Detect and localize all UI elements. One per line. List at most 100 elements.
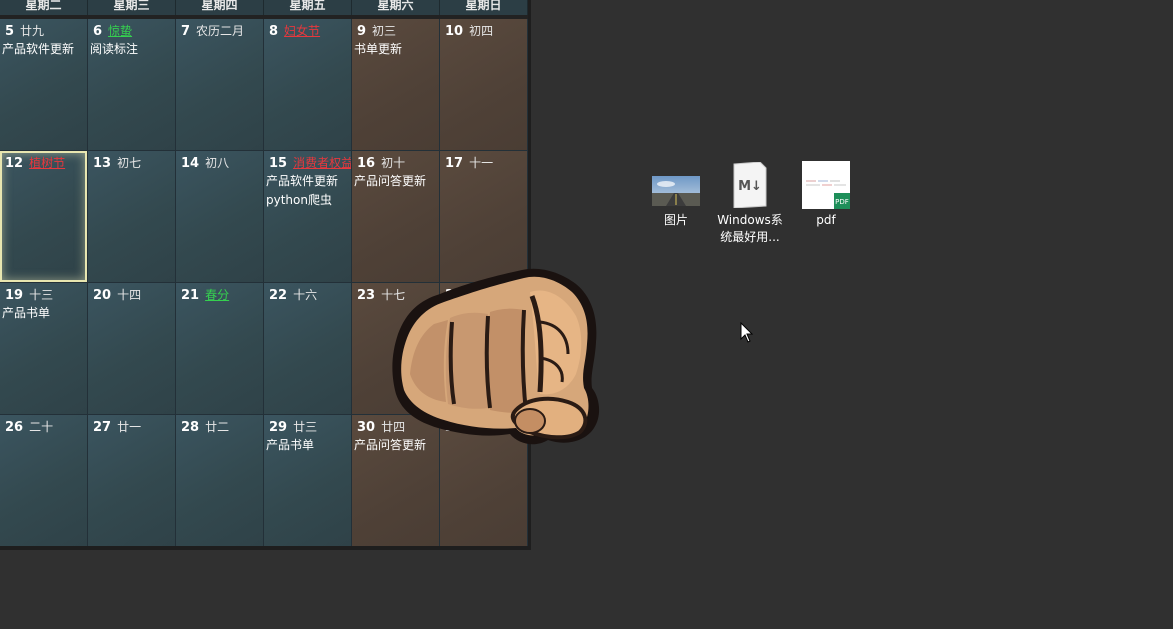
- lunar-date: 初八: [205, 156, 230, 170]
- day-number: 7: [181, 24, 191, 39]
- icon-label: 图片: [663, 213, 688, 227]
- day-number: 23: [357, 288, 376, 303]
- calendar-day-cell[interactable]: 8 妇女节: [264, 19, 352, 151]
- calendar-event[interactable]: 产品软件更新: [266, 172, 338, 191]
- day-number: 21: [181, 288, 200, 303]
- lunar-date: 二十: [29, 420, 54, 434]
- weekday-label: 星期四: [176, 0, 264, 15]
- lunar-date: 廿一: [117, 420, 142, 434]
- holiday-label[interactable]: 消费者权益: [293, 156, 351, 170]
- pdf-file-icon: PDF: [802, 161, 850, 209]
- calendar-day-cell[interactable]: 19 十三产品书单: [0, 283, 88, 415]
- day-number: 14: [181, 156, 200, 171]
- day-number: 12: [5, 156, 24, 171]
- lunar-date: 廿二: [205, 420, 230, 434]
- day-header: 8 妇女节: [269, 22, 320, 39]
- icon-label: Windows系: [717, 213, 783, 227]
- icon-label: 统最好用...: [720, 230, 780, 244]
- day-number: 13: [93, 156, 112, 171]
- calendar-day-cell[interactable]: 6 惊蛰阅读标注: [88, 19, 176, 151]
- widget-border: [0, 546, 531, 550]
- weekday-label: 星期六: [352, 0, 440, 15]
- holiday-label[interactable]: 春分: [205, 288, 229, 302]
- icon-label: pdf: [816, 213, 836, 227]
- calendar-day-cell[interactable]: 12 植树节: [0, 151, 88, 283]
- weekday-label: 星期二: [0, 0, 88, 15]
- lunar-date: 初四: [469, 24, 494, 38]
- fist-icon: [392, 268, 600, 445]
- day-header: 17 十一: [445, 154, 493, 171]
- day-header: 6 惊蛰: [93, 22, 132, 39]
- day-header: 19 十三: [5, 286, 53, 303]
- calendar-event[interactable]: python爬虫: [266, 191, 332, 210]
- calendar-day-cell[interactable]: 28 廿二: [176, 415, 264, 547]
- calendar-day-cell[interactable]: 26 二十: [0, 415, 88, 547]
- day-number: 15: [269, 156, 288, 171]
- calendar-day-cell[interactable]: 29 廿三产品书单: [264, 415, 352, 547]
- weekday-header: 星期二 星期三 星期四 星期五 星期六 星期日: [0, 0, 528, 15]
- day-header: 15 消费者权益: [269, 154, 351, 171]
- day-number: 22: [269, 288, 288, 303]
- day-header: 12 植树节: [5, 154, 65, 171]
- day-number: 6: [93, 24, 103, 39]
- weekday-label: 星期五: [264, 0, 352, 15]
- lunar-date: 十六: [293, 288, 318, 302]
- desktop-icon-pdf-file[interactable]: PDF pdf: [791, 161, 861, 229]
- lunar-date: 廿三: [293, 420, 318, 434]
- day-number: 19: [5, 288, 24, 303]
- day-number: 28: [181, 420, 200, 435]
- calendar-day-cell[interactable]: 27 廿一: [88, 415, 176, 547]
- day-number: 5: [5, 24, 15, 39]
- day-header: 26 二十: [5, 418, 53, 435]
- markdown-file-icon: M↓: [730, 161, 770, 209]
- day-number: 30: [357, 420, 376, 435]
- day-number: 9: [357, 24, 367, 39]
- picture-folder-icon: [652, 174, 700, 208]
- day-number: 10: [445, 24, 464, 39]
- day-header: 7 农历二月: [181, 22, 244, 39]
- weekday-label: 星期三: [88, 0, 176, 15]
- lunar-date: 农历二月: [196, 24, 245, 38]
- calendar-day-cell[interactable]: 13 初七: [88, 151, 176, 283]
- calendar-event[interactable]: 阅读标注: [90, 40, 138, 59]
- calendar-event[interactable]: 书单更新: [354, 40, 402, 59]
- pdf-badge: PDF: [835, 198, 849, 206]
- day-header: 29 廿三: [269, 418, 317, 435]
- calendar-day-cell[interactable]: 15 消费者权益产品软件更新 python爬虫: [264, 151, 352, 283]
- calendar-day-cell[interactable]: 14 初八: [176, 151, 264, 283]
- calendar-day-cell[interactable]: 10 初四: [440, 19, 528, 151]
- calendar-event[interactable]: 产品书单: [2, 304, 50, 323]
- calendar-event[interactable]: 产品问答更新: [354, 172, 426, 191]
- day-header: 21 春分: [181, 286, 229, 303]
- holiday-label[interactable]: 植树节: [29, 156, 65, 170]
- day-number: 29: [269, 420, 288, 435]
- day-header: 22 十六: [269, 286, 317, 303]
- calendar-event[interactable]: 产品书单: [266, 436, 314, 455]
- day-header: 10 初四: [445, 22, 493, 39]
- lunar-date: 廿九: [20, 24, 45, 38]
- weekday-label: 星期日: [440, 0, 528, 15]
- day-header: 28 廿二: [181, 418, 229, 435]
- calendar-day-cell[interactable]: 7 农历二月: [176, 19, 264, 151]
- day-number: 27: [93, 420, 112, 435]
- calendar-day-cell[interactable]: 5 廿九产品软件更新: [0, 19, 88, 151]
- holiday-label[interactable]: 妇女节: [284, 24, 320, 38]
- lunar-date: 初十: [381, 156, 406, 170]
- calendar-day-cell[interactable]: 22 十六: [264, 283, 352, 415]
- calendar-day-cell[interactable]: 21 春分: [176, 283, 264, 415]
- lunar-date: 十三: [29, 288, 54, 302]
- day-number: 17: [445, 156, 464, 171]
- holiday-label[interactable]: 惊蛰: [108, 24, 132, 38]
- desktop-icon-markdown-file[interactable]: M↓ Windows系 统最好用...: [715, 161, 785, 246]
- day-header: 5 廿九: [5, 22, 44, 39]
- lunar-date: 初三: [372, 24, 397, 38]
- calendar-event[interactable]: 产品软件更新: [2, 40, 74, 59]
- calendar-day-cell[interactable]: 9 初三书单更新: [352, 19, 440, 151]
- day-number: 8: [269, 24, 279, 39]
- day-header: 13 初七: [93, 154, 141, 171]
- day-header: 20 十四: [93, 286, 141, 303]
- calendar-day-cell[interactable]: 20 十四: [88, 283, 176, 415]
- desktop-icon-pictures[interactable]: 图片: [641, 174, 711, 229]
- markdown-badge: M↓: [738, 179, 762, 194]
- lunar-date: 初七: [117, 156, 142, 170]
